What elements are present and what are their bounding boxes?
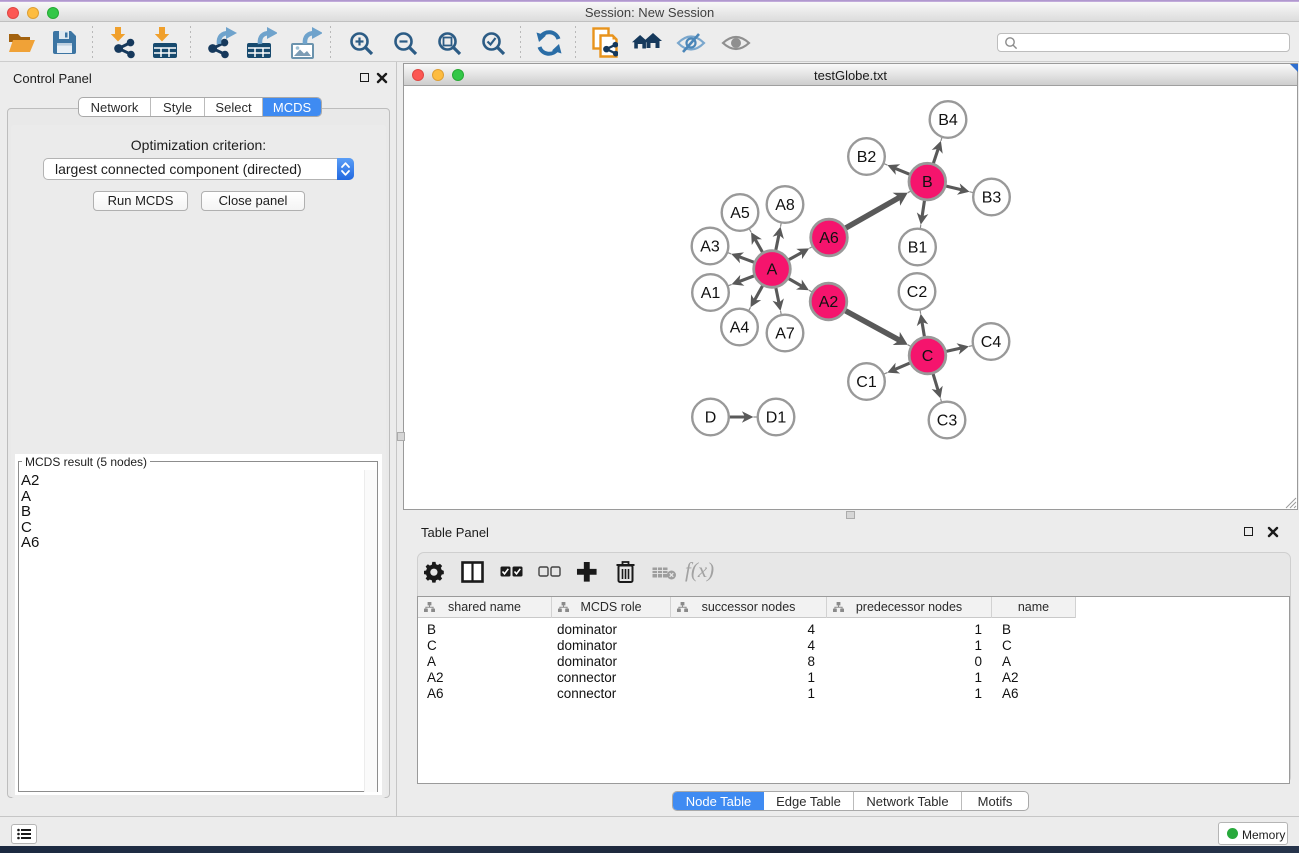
svg-text:A6: A6 <box>819 230 839 247</box>
svg-text:A5: A5 <box>730 205 750 222</box>
svg-text:A1: A1 <box>701 285 721 302</box>
svg-text:B1: B1 <box>908 240 928 257</box>
svg-text:B: B <box>922 174 933 191</box>
svg-text:A: A <box>767 262 778 279</box>
svg-text:C3: C3 <box>937 413 958 430</box>
svg-text:C1: C1 <box>856 374 877 391</box>
svg-text:C2: C2 <box>907 284 928 301</box>
svg-text:B4: B4 <box>938 112 958 129</box>
svg-text:A2: A2 <box>819 294 839 311</box>
svg-text:A8: A8 <box>775 197 795 214</box>
svg-text:A7: A7 <box>775 326 795 343</box>
svg-text:A3: A3 <box>700 239 720 256</box>
svg-text:B3: B3 <box>982 190 1002 207</box>
svg-text:A4: A4 <box>730 320 750 337</box>
svg-text:B2: B2 <box>857 149 877 166</box>
svg-text:C4: C4 <box>981 334 1002 351</box>
svg-text:C: C <box>922 348 934 365</box>
svg-text:D1: D1 <box>766 410 787 427</box>
svg-text:D: D <box>705 410 717 427</box>
